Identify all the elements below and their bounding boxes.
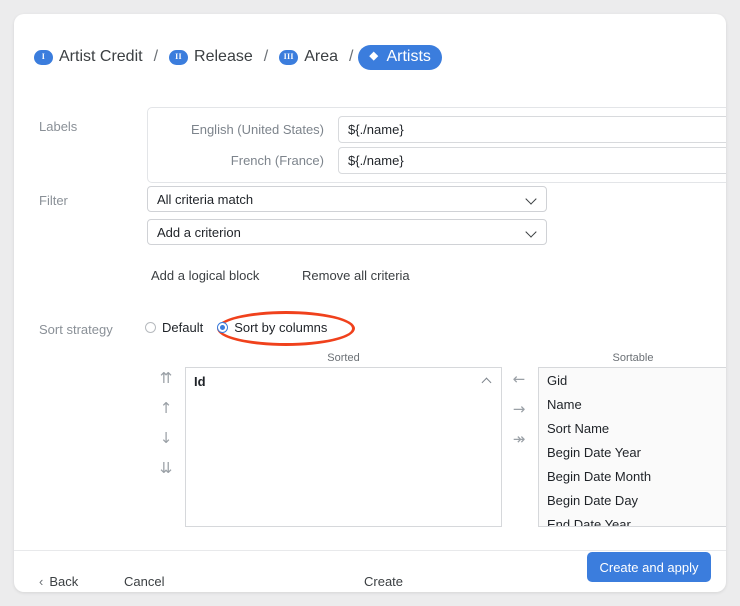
breadcrumb-item-label: Artists [386,48,430,66]
sort-strategy-radio-group: Default Sort by columns [145,320,327,335]
filter-criterion-select-value: Add a criterion [157,225,527,240]
locale-name: English (United States) [148,122,338,137]
breadcrumb-item-release[interactable]: II Release [163,45,259,69]
labels-panel: English (United States) French (France) [147,107,726,183]
numeral-one-badge-icon: I [34,50,53,65]
breadcrumb-item-label: Area [304,48,338,66]
sorted-list-caption: Sorted [185,352,502,364]
radio-sort-by-columns-label: Sort by columns [234,320,327,335]
label-row: English (United States) [148,115,726,144]
list-item[interactable]: Begin Date Month [539,464,726,488]
breadcrumb-item-label: Release [194,48,253,66]
filter-section-label: Filter [39,193,68,208]
list-item[interactable]: Name [539,392,726,416]
dialog-card: I Artist Credit / II Release / III Area … [14,14,726,592]
breadcrumb-item-artist-credit[interactable]: I Artist Credit [28,45,149,69]
breadcrumb-separator: / [264,48,268,66]
numeral-three-badge-icon: III [279,50,298,65]
radio-dot-icon [217,322,228,333]
footer-divider [14,550,726,551]
chevron-down-icon [527,194,537,204]
move-up-button[interactable]: ↑ [157,399,175,417]
sort-order-buttons: ⇈ ↑ ↓ ⇊ [157,369,175,477]
filter-match-select-value: All criteria match [157,192,527,207]
breadcrumb-separator: / [349,48,353,66]
move-down-button[interactable]: ↓ [157,429,175,447]
radio-default-label: Default [162,320,203,335]
create-button[interactable]: Create [364,574,403,589]
breadcrumb: I Artist Credit / II Release / III Area … [28,44,442,70]
list-item[interactable]: Id [186,368,501,394]
cancel-button[interactable]: Cancel [124,574,164,589]
radio-default[interactable]: Default [145,320,203,335]
list-item[interactable]: Gid [539,368,726,392]
list-item[interactable]: End Date Year [539,512,726,527]
labels-section-label: Labels [39,119,77,134]
move-to-bottom-button[interactable]: ⇊ [157,459,175,477]
remove-column-button[interactable]: → [510,400,528,418]
sort-strategy-section-label: Sort strategy [39,322,113,337]
breadcrumb-item-area[interactable]: III Area [273,45,344,69]
breadcrumb-item-label: Artist Credit [59,48,143,66]
breadcrumb-item-artists[interactable]: ◆ Artists [358,45,441,70]
radio-dot-icon [145,322,156,333]
breadcrumb-separator: / [154,48,158,66]
create-and-apply-button[interactable]: Create and apply [587,552,711,582]
sorted-item-label: Id [194,374,482,389]
locale-name: French (France) [148,153,338,168]
radio-sort-by-columns[interactable]: Sort by columns [217,320,327,335]
numeral-two-badge-icon: II [169,50,188,65]
label-value-input-fr-fr[interactable] [338,147,726,174]
sortable-columns-listbox[interactable]: Gid Name Sort Name Begin Date Year Begin… [538,367,726,527]
back-button-label: Back [49,574,78,589]
label-row: French (France) [148,146,726,175]
transfer-buttons: ← → ↠ [510,370,528,448]
chevron-up-icon[interactable] [482,377,493,385]
list-item[interactable]: Begin Date Year [539,440,726,464]
diamond-badge-icon: ◆ [367,51,380,63]
back-button[interactable]: ‹ Back [39,574,78,589]
chevron-left-icon: ‹ [39,574,43,589]
list-item[interactable]: Begin Date Day [539,488,726,512]
filter-criterion-select[interactable]: Add a criterion [147,219,547,245]
remove-all-criteria-link[interactable]: Remove all criteria [302,268,410,283]
remove-all-columns-button[interactable]: ↠ [510,430,528,448]
filter-match-select[interactable]: All criteria match [147,186,547,212]
label-value-input-en-us[interactable] [338,116,726,143]
add-column-button[interactable]: ← [510,370,528,388]
add-logical-block-link[interactable]: Add a logical block [151,268,259,283]
sortable-list-caption: Sortable [538,352,726,364]
chevron-down-icon [527,227,537,237]
list-item[interactable]: Sort Name [539,416,726,440]
move-to-top-button[interactable]: ⇈ [157,369,175,387]
sorted-columns-listbox[interactable]: Id [185,367,502,527]
